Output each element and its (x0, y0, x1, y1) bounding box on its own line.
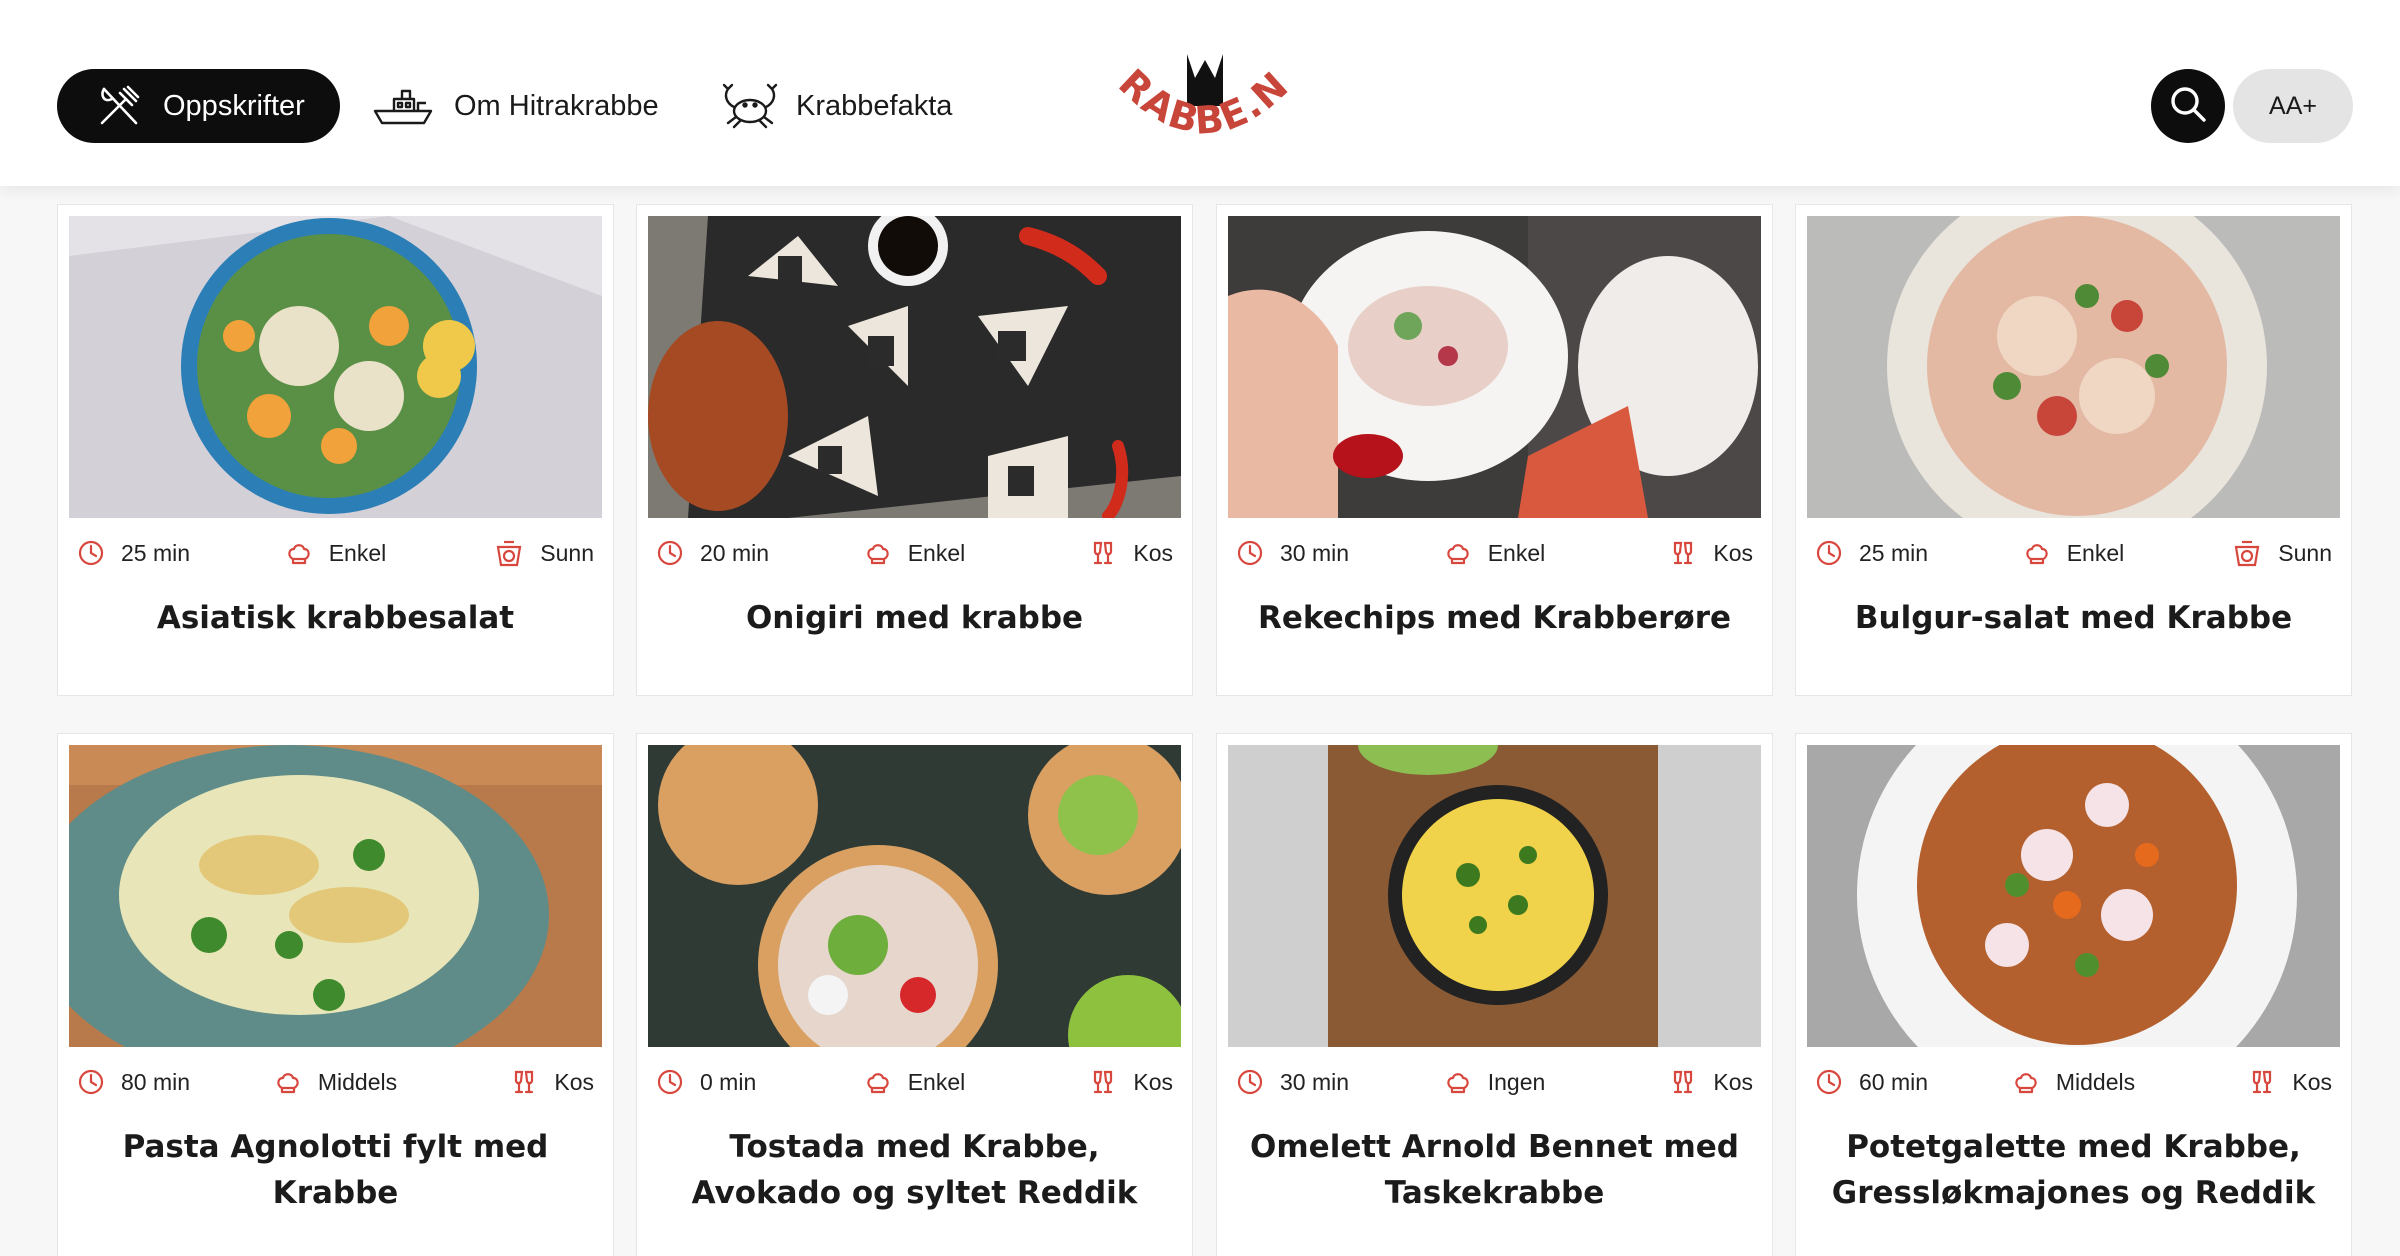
recipe-image[interactable] (69, 216, 602, 518)
recipe-category: Sunn (2232, 538, 2332, 568)
crab-icon (720, 81, 780, 131)
site-header: Oppskrifter Om Hitrakrabbe Krabbefakta R… (0, 0, 2400, 186)
recipe-category-label: Kos (554, 1068, 594, 1095)
nav-facts-label: Krabbefakta (796, 89, 953, 122)
nav-recipes-label: Oppskrifter (163, 89, 305, 122)
font-size-label: AA+ (2269, 91, 2317, 120)
recipe-difficulty-label: Enkel (1487, 539, 1546, 566)
cutlery-icon (95, 82, 143, 130)
recipe-meta: 30 min Ingen Kos (1228, 1057, 1761, 1105)
scale-icon (494, 538, 532, 568)
recipe-category: Kos (1089, 538, 1173, 568)
recipe-meta: 80 min Middels Kos (69, 1057, 602, 1105)
recipe-image[interactable] (648, 216, 1181, 518)
recipe-card[interactable]: 60 min Middels Kos Potetgalette med Krab… (1795, 733, 2352, 1256)
glasses-icon (1669, 1068, 1705, 1096)
chef-hat-icon (1444, 1068, 1480, 1096)
recipe-category-label: Kos (1713, 1068, 1753, 1095)
nav-about-label: Om Hitrakrabbe (454, 89, 659, 122)
recipe-card[interactable]: 25 min Enkel Sunn Asiatisk krabbesalat (57, 204, 614, 696)
recipe-title[interactable]: Onigiri med krabbe (657, 595, 1172, 641)
recipe-title[interactable]: Asiatisk krabbesalat (78, 595, 593, 641)
recipe-category: Kos (510, 1067, 594, 1097)
recipe-title[interactable]: Omelett Arnold Bennet med Taskekrabbe (1237, 1124, 1752, 1216)
recipe-category-label: Kos (1133, 1068, 1173, 1095)
recipe-image[interactable] (1807, 745, 2340, 1047)
recipe-category: Kos (2248, 1067, 2332, 1097)
recipe-card[interactable]: 0 min Enkel Kos Tostada med Krabbe, Avok… (636, 733, 1193, 1256)
chef-hat-icon (864, 1068, 900, 1096)
recipe-image[interactable] (69, 745, 602, 1047)
glasses-icon (2248, 1068, 2284, 1096)
chef-hat-icon (1444, 539, 1480, 567)
recipe-meta: 30 min Enkel Kos (1228, 528, 1761, 576)
font-size-button[interactable]: AA+ (2233, 69, 2353, 143)
search-button[interactable] (2151, 69, 2225, 143)
recipe-category: Sunn (494, 538, 594, 568)
recipe-title[interactable]: Pasta Agnolotti fylt med Krabbe (78, 1124, 593, 1216)
recipe-category-label: Kos (2292, 1068, 2332, 1095)
recipe-difficulty-label: Enkel (907, 1068, 966, 1095)
recipe-title[interactable]: Potetgalette med Krabbe, Gressløkmajones… (1816, 1124, 2331, 1216)
recipe-difficulty-label: Enkel (2066, 539, 2125, 566)
glasses-icon (510, 1068, 546, 1096)
recipe-image[interactable] (1228, 745, 1761, 1047)
recipe-difficulty-label: Enkel (328, 539, 387, 566)
recipe-image[interactable] (1228, 216, 1761, 518)
glasses-icon (1669, 539, 1705, 567)
recipe-image[interactable] (1807, 216, 2340, 518)
recipe-card[interactable]: 25 min Enkel Sunn Bulgur-salat med Krabb… (1795, 204, 2352, 696)
recipe-meta: 0 min Enkel Kos (648, 1057, 1181, 1105)
recipe-category: Kos (1669, 1067, 1753, 1097)
recipe-title[interactable]: Bulgur-salat med Krabbe (1816, 595, 2331, 641)
recipe-meta: 20 min Enkel Kos (648, 528, 1181, 576)
chef-hat-icon (285, 539, 321, 567)
site-logo[interactable]: KRABBE.NO (1088, 13, 1305, 168)
recipe-category-label: Kos (1133, 539, 1173, 566)
recipe-card[interactable]: 30 min Ingen Kos Omelett Arnold Bennet m… (1216, 733, 1773, 1256)
recipe-card[interactable]: 80 min Middels Kos Pasta Agnolotti fylt … (57, 733, 614, 1256)
recipe-difficulty-label: Enkel (907, 539, 966, 566)
recipe-title[interactable]: Tostada med Krabbe, Avokado og syltet Re… (657, 1124, 1172, 1216)
recipe-meta: 25 min Enkel Sunn (69, 528, 602, 576)
chef-hat-icon (2023, 539, 2059, 567)
recipe-category-label: Sunn (2278, 539, 2332, 566)
nav-facts[interactable]: Krabbefakta (720, 69, 952, 143)
recipe-meta: 60 min Middels Kos (1807, 1057, 2340, 1105)
recipe-card[interactable]: 20 min Enkel Kos Onigiri med krabbe (636, 204, 1193, 696)
chef-hat-icon (274, 1068, 310, 1096)
recipe-image[interactable] (648, 745, 1181, 1047)
recipe-difficulty-label: Middels (317, 1068, 398, 1095)
recipe-meta: 25 min Enkel Sunn (1807, 528, 2340, 576)
search-icon (2168, 84, 2208, 129)
nav-about[interactable]: Om Hitrakrabbe (372, 69, 659, 143)
boat-icon (372, 82, 434, 130)
chef-hat-icon (2012, 1068, 2048, 1096)
recipe-difficulty-label: Ingen (1487, 1068, 1546, 1095)
recipe-difficulty-label: Middels (2055, 1068, 2136, 1095)
glasses-icon (1089, 1068, 1125, 1096)
recipe-category: Kos (1669, 538, 1753, 568)
recipe-category-label: Sunn (540, 539, 594, 566)
recipe-category: Kos (1089, 1067, 1173, 1097)
chef-hat-icon (864, 539, 900, 567)
recipe-title[interactable]: Rekechips med Krabberøre (1237, 595, 1752, 641)
scale-icon (2232, 538, 2270, 568)
glasses-icon (1089, 539, 1125, 567)
recipe-card[interactable]: 30 min Enkel Kos Rekechips med Krabberør… (1216, 204, 1773, 696)
recipe-category-label: Kos (1713, 539, 1753, 566)
nav-recipes[interactable]: Oppskrifter (57, 69, 340, 143)
